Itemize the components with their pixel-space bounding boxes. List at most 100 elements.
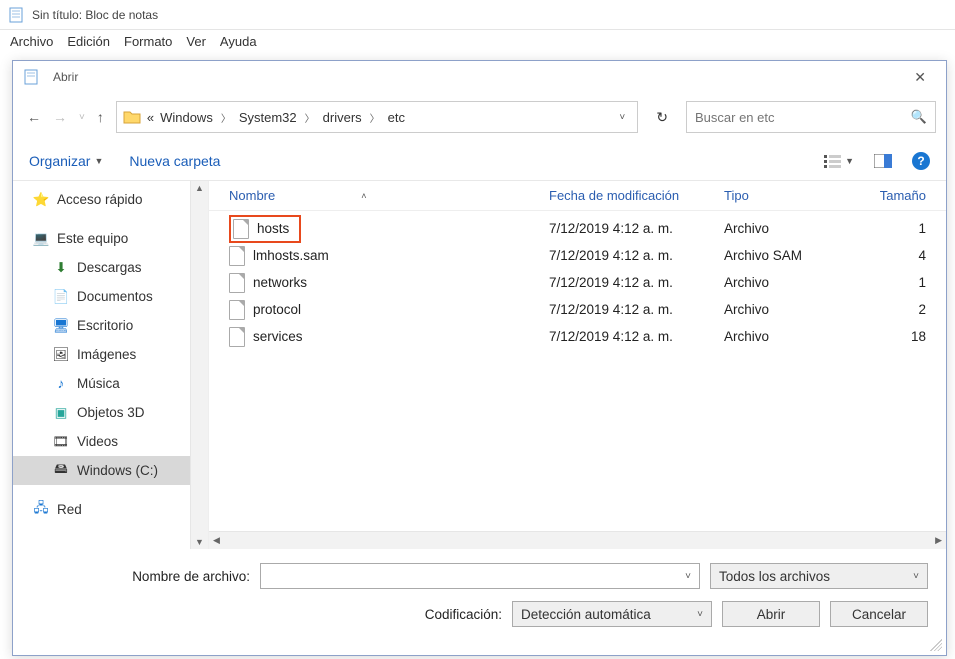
file-size: 1 xyxy=(854,221,946,236)
cancel-button[interactable]: Cancelar xyxy=(830,601,928,627)
up-button[interactable]: ↑ xyxy=(97,109,104,125)
sidebar-item-quick-access[interactable]: ⭐ Acceso rápido xyxy=(13,185,190,214)
column-header-name[interactable]: Nombre ˄ xyxy=(229,188,549,203)
sort-ascending-icon: ˄ xyxy=(361,191,366,201)
encoding-value: Detección automática xyxy=(521,607,697,622)
table-row[interactable]: hosts7/12/2019 4:12 a. m.Archivo1 xyxy=(209,215,946,242)
breadcrumb-item[interactable]: System32 xyxy=(239,110,297,125)
sidebar-item-label: Descargas xyxy=(77,260,142,275)
file-date: 7/12/2019 4:12 a. m. xyxy=(549,275,724,290)
resize-grip[interactable] xyxy=(930,639,942,651)
search-input[interactable] xyxy=(695,110,903,125)
filename-input[interactable] xyxy=(261,569,677,584)
sidebar-item-label: Este equipo xyxy=(57,231,128,246)
sidebar-item-downloads[interactable]: ⬇ Descargas xyxy=(13,253,190,282)
refresh-button[interactable]: ↻ xyxy=(646,109,678,126)
encoding-label: Codificación: xyxy=(425,607,502,622)
column-header-size[interactable]: Tamaño xyxy=(854,188,946,203)
file-name: services xyxy=(253,329,303,344)
scroll-left-icon[interactable]: ◀ xyxy=(213,535,220,546)
file-type: Archivo xyxy=(724,329,854,344)
file-size: 4 xyxy=(854,248,946,263)
notepad-menubar: Archivo Edición Formato Ver Ayuda xyxy=(0,30,955,57)
help-button[interactable]: ? xyxy=(912,152,930,170)
file-icon xyxy=(233,219,249,239)
music-icon: ♪ xyxy=(53,376,69,392)
chevron-down-icon: ˅ xyxy=(913,571,919,582)
file-rows: hosts7/12/2019 4:12 a. m.Archivo1lmhosts… xyxy=(209,211,946,350)
open-button[interactable]: Abrir xyxy=(722,601,820,627)
notepad-window-title: Sin título: Bloc de notas xyxy=(32,8,158,22)
menu-view[interactable]: Ver xyxy=(186,34,206,49)
menu-edit[interactable]: Edición xyxy=(67,34,110,49)
forward-button[interactable]: → xyxy=(53,109,67,125)
chevron-right-icon[interactable]: 〉 xyxy=(221,110,231,125)
sidebar-item-label: Música xyxy=(77,376,120,391)
column-header-date[interactable]: Fecha de modificación xyxy=(549,188,724,203)
network-icon: 🖧 xyxy=(33,502,49,518)
breadcrumb-item[interactable]: Windows xyxy=(160,110,213,125)
filelist-hscrollbar[interactable]: ◀ ▶ xyxy=(209,531,946,549)
breadcrumb-dropdown-icon[interactable]: ˅ xyxy=(613,112,631,123)
file-list-pane: Nombre ˄ Fecha de modificación Tipo Tama… xyxy=(209,181,946,549)
table-row[interactable]: networks7/12/2019 4:12 a. m.Archivo1 xyxy=(209,269,946,296)
breadcrumb-item[interactable]: etc xyxy=(388,110,405,125)
downloads-icon: ⬇ xyxy=(53,260,69,276)
recent-locations-button[interactable]: ˅ xyxy=(79,112,85,123)
sidebar-item-network[interactable]: 🖧 Red xyxy=(13,495,190,524)
sidebar-item-videos[interactable]: 🎞 Videos xyxy=(13,427,190,456)
file-name: networks xyxy=(253,275,307,290)
search-box[interactable]: 🔍 xyxy=(686,101,936,133)
folder-icon xyxy=(123,108,141,126)
menu-file[interactable]: Archivo xyxy=(10,34,53,49)
sidebar-item-desktop[interactable]: 🖥 Escritorio xyxy=(13,311,190,340)
filter-value: Todos los archivos xyxy=(719,569,907,584)
scroll-right-icon[interactable]: ▶ xyxy=(935,535,942,546)
chevron-right-icon[interactable]: 〉 xyxy=(305,110,315,125)
scroll-down-icon[interactable]: ▼ xyxy=(195,537,204,547)
star-icon: ⭐ xyxy=(33,192,49,208)
sidebar-item-this-pc[interactable]: 💻 Este equipo xyxy=(13,224,190,253)
new-folder-button[interactable]: Nueva carpeta xyxy=(129,153,220,169)
breadcrumb[interactable]: « Windows 〉 System32 〉 drivers 〉 etc ˅ xyxy=(116,101,638,133)
sidebar: ⭐ Acceso rápido 💻 Este equipo ⬇ Descarga… xyxy=(13,181,209,549)
sidebar-item-documents[interactable]: 📄 Documentos xyxy=(13,282,190,311)
organize-button[interactable]: Organizar ▼ xyxy=(29,153,103,169)
menu-help[interactable]: Ayuda xyxy=(220,34,257,49)
back-button[interactable]: ← xyxy=(27,109,41,125)
file-type-filter[interactable]: Todos los archivos ˅ xyxy=(710,563,928,589)
encoding-combo[interactable]: Detección automática ˅ xyxy=(512,601,712,627)
preview-pane-button[interactable] xyxy=(874,154,892,168)
sidebar-item-pictures[interactable]: 🖼 Imágenes xyxy=(13,340,190,369)
menu-format[interactable]: Formato xyxy=(124,34,172,49)
filename-combo[interactable]: ˅ xyxy=(260,563,700,589)
sidebar-scrollbar[interactable]: ▲ ▼ xyxy=(190,181,208,549)
table-row[interactable]: protocol7/12/2019 4:12 a. m.Archivo2 xyxy=(209,296,946,323)
view-options-button[interactable]: ▼ xyxy=(824,154,854,168)
close-icon[interactable]: ✕ xyxy=(904,65,936,90)
scroll-up-icon[interactable]: ▲ xyxy=(195,183,204,193)
column-label: Nombre xyxy=(229,188,275,203)
sidebar-item-label: Videos xyxy=(77,434,118,449)
column-header-type[interactable]: Tipo xyxy=(724,188,854,203)
breadcrumb-prefix: « xyxy=(147,110,154,125)
sidebar-item-3d-objects[interactable]: ▣ Objetos 3D xyxy=(13,398,190,427)
file-type: Archivo xyxy=(724,221,854,236)
search-icon[interactable]: 🔍 xyxy=(911,109,927,125)
table-row[interactable]: services7/12/2019 4:12 a. m.Archivo18 xyxy=(209,323,946,350)
chevron-down-icon: ˅ xyxy=(697,609,703,620)
chevron-right-icon[interactable]: 〉 xyxy=(370,110,380,125)
file-icon xyxy=(229,327,245,347)
sidebar-item-music[interactable]: ♪ Música xyxy=(13,369,190,398)
file-size: 18 xyxy=(854,329,946,344)
documents-icon: 📄 xyxy=(53,289,69,305)
chevron-down-icon[interactable]: ˅ xyxy=(677,571,699,582)
sidebar-item-drive-c[interactable]: 🖴 Windows (C:) xyxy=(13,456,190,485)
drive-icon: 🖴 xyxy=(53,463,69,479)
pc-icon: 💻 xyxy=(33,231,49,247)
notepad-titlebar: Sin título: Bloc de notas xyxy=(0,0,955,30)
file-name: hosts xyxy=(257,221,289,236)
pictures-icon: 🖼 xyxy=(53,347,69,363)
table-row[interactable]: lmhosts.sam7/12/2019 4:12 a. m.Archivo S… xyxy=(209,242,946,269)
breadcrumb-item[interactable]: drivers xyxy=(323,110,362,125)
